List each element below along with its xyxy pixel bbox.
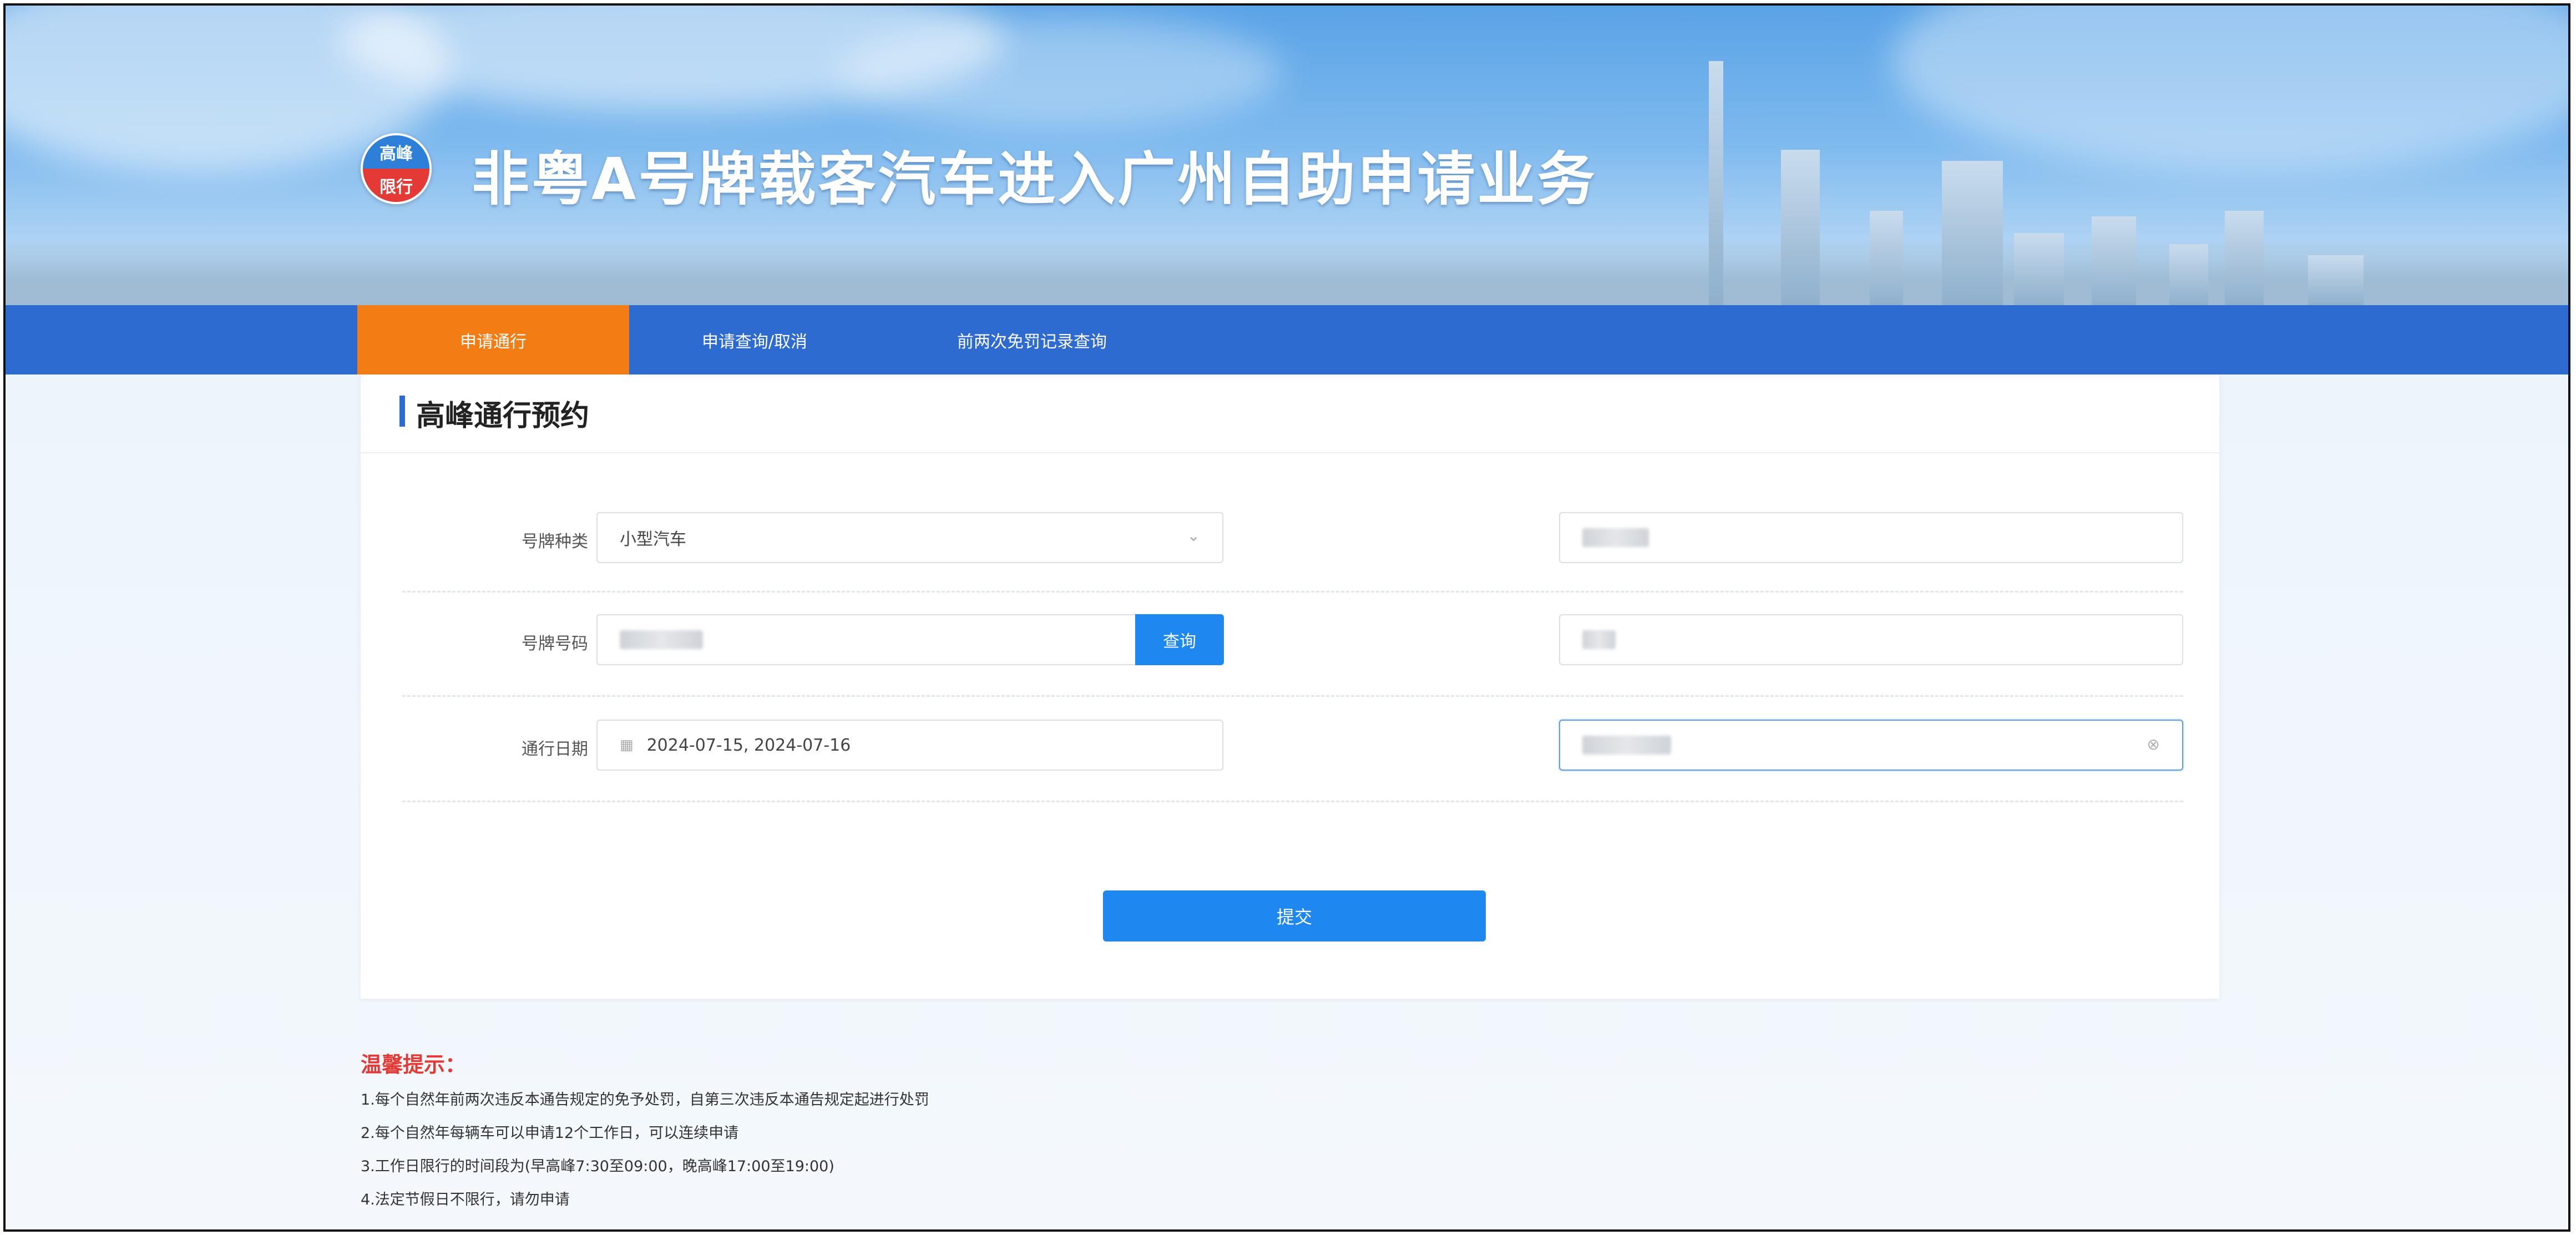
redacted-value	[1582, 630, 1616, 649]
nav-tab-query-cancel[interactable]: 申请查询/取消	[632, 305, 877, 374]
logo-bottom-text: 限行	[363, 169, 429, 202]
plate-type-select[interactable]: 小型汽车 ⌄	[596, 512, 1223, 563]
row-divider	[402, 801, 2183, 802]
redacted-value	[620, 630, 703, 649]
plate-number-input[interactable]	[596, 614, 1137, 665]
peak-restriction-logo: 高峰 限行	[361, 133, 432, 204]
travel-date-value: 2024-07-15, 2024-07-16	[646, 735, 851, 755]
plate-number-label: 号牌号码	[522, 634, 588, 654]
tip-line: 2.每个自然年每辆车可以申请12个工作日，可以连续申请	[361, 1125, 739, 1142]
submit-button[interactable]: 提交	[1103, 890, 1486, 942]
tip-line: 1.每个自然年前两次违反本通告规定的免予处罚，自第三次违反本通告规定起进行处罚	[361, 1091, 929, 1109]
page-frame: 高峰 限行 非粤A号牌载客汽车进入广州自助申请业务 申请通行 申请查询/取消 前…	[3, 3, 2570, 1232]
calendar-icon: ▦	[620, 737, 634, 753]
tip-line: 3.工作日限行的时间段为(早高峰7:30至09:00，晚高峰17:00至19:0…	[361, 1158, 834, 1175]
owner-name-input[interactable]	[1559, 512, 2183, 563]
travel-date-picker[interactable]: ▦ 2024-07-15, 2024-07-16	[596, 720, 1223, 771]
row-divider	[402, 695, 2183, 697]
title-accent-bar	[399, 396, 405, 427]
redacted-value	[1582, 736, 1671, 755]
tips-title: 温馨提示：	[361, 1052, 467, 1077]
nav-tab-apply[interactable]: 申请通行	[357, 305, 629, 374]
plate-type-label: 号牌种类	[522, 532, 588, 551]
nav-tab-free-penalty-records[interactable]: 前两次免罚记录查询	[882, 305, 1182, 374]
main-nav: 申请通行 申请查询/取消 前两次免罚记录查询	[6, 305, 2568, 374]
travel-date-label: 通行日期	[522, 740, 588, 759]
engine-last6-input[interactable]: ⊗	[1559, 720, 2183, 771]
row-divider	[402, 591, 2183, 593]
plate-type-value: 小型汽车	[620, 530, 686, 549]
tip-line: 4.法定节假日不限行，请勿申请	[361, 1191, 570, 1208]
header-banner: 高峰 限行 非粤A号牌载客汽车进入广州自助申请业务	[6, 6, 2568, 305]
card-header: 高峰通行预约	[361, 374, 2219, 453]
reservation-form-card: 高峰通行预约 号牌种类 小型汽车 ⌄ 车主姓名 (按行驶证填写) 号牌号码 查询…	[361, 374, 2219, 999]
form-title: 高峰通行预约	[416, 399, 590, 433]
chevron-down-icon: ⌄	[1187, 527, 1200, 545]
redacted-value	[1582, 528, 1649, 547]
site-title: 非粤A号牌载客汽车进入广州自助申请业务	[472, 145, 1597, 213]
clear-icon[interactable]: ⊗	[2147, 735, 2160, 753]
query-button[interactable]: 查询	[1135, 614, 1224, 665]
vin-last4-input[interactable]	[1559, 614, 2183, 665]
